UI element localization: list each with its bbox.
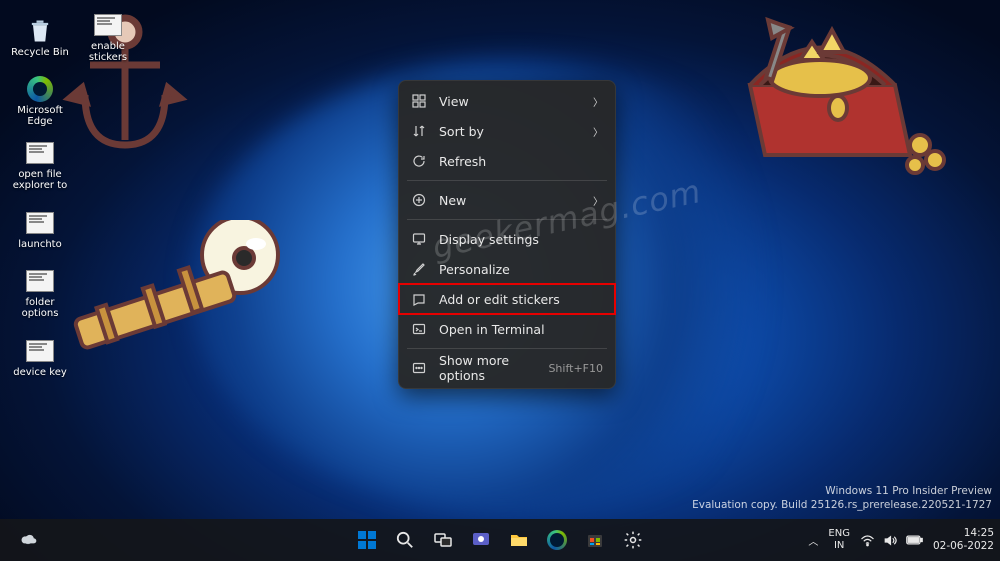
- context-menu-add-edit-stickers[interactable]: Add or edit stickers: [399, 284, 615, 314]
- weather-icon: [18, 530, 38, 550]
- search-icon: [396, 531, 414, 549]
- build-info: Windows 11 Pro Insider Preview Evaluatio…: [692, 484, 992, 513]
- build-line: Windows 11 Pro Insider Preview: [692, 484, 992, 499]
- recycle-bin-icon: [26, 17, 54, 45]
- battery-icon: [906, 534, 923, 546]
- context-menu-new[interactable]: New 〉: [399, 185, 615, 215]
- more-icon: [411, 360, 427, 376]
- wifi-icon: [860, 533, 875, 548]
- context-menu-label: Display settings: [439, 232, 603, 247]
- desktop-icons: Recycle Bin Microsoft Edge open file exp…: [6, 6, 74, 388]
- lang-line2: IN: [828, 540, 850, 552]
- desktop-icons-col2: enable stickers: [74, 6, 142, 68]
- tray-icons[interactable]: [860, 533, 923, 548]
- terminal-icon: [411, 321, 427, 337]
- edge-icon: [547, 530, 567, 550]
- task-view-icon: [433, 530, 453, 550]
- settings-button[interactable]: [615, 522, 651, 558]
- taskbar-center: [349, 522, 651, 558]
- chat-icon: [471, 530, 491, 550]
- plus-icon: [411, 192, 427, 208]
- desktop-icon-label: Microsoft Edge: [6, 105, 74, 127]
- context-menu-label: View: [439, 94, 581, 109]
- context-menu-sort-by[interactable]: Sort by 〉: [399, 116, 615, 146]
- system-tray: ︿ ENG IN 14:25 02-06-2022: [808, 527, 994, 552]
- context-menu-accelerator: Shift+F10: [548, 362, 603, 375]
- desktop-icon-enable-stickers[interactable]: enable stickers: [74, 6, 142, 68]
- context-menu-label: Refresh: [439, 154, 603, 169]
- context-menu-label: Add or edit stickers: [439, 292, 603, 307]
- sticker-treasure-chest: [720, 0, 950, 190]
- brush-icon: [411, 261, 427, 277]
- task-view-button[interactable]: [425, 522, 461, 558]
- desktop-icon-launchto[interactable]: launchto: [6, 198, 74, 260]
- document-icon: [26, 209, 54, 237]
- display-icon: [411, 231, 427, 247]
- chevron-right-icon: 〉: [593, 193, 603, 208]
- context-menu-label: Show more options: [439, 353, 536, 383]
- volume-icon: [883, 533, 898, 548]
- context-menu-separator: [407, 180, 607, 181]
- language-indicator[interactable]: ENG IN: [828, 528, 850, 552]
- document-icon: [26, 267, 54, 295]
- store-icon: [585, 530, 605, 550]
- desktop-context-menu: View 〉 Sort by 〉 Refresh New 〉 Display s…: [398, 80, 616, 389]
- refresh-icon: [411, 153, 427, 169]
- document-icon: [26, 337, 54, 365]
- desktop-icon-folder-options[interactable]: folder options: [6, 262, 74, 324]
- desktop-icon-recycle-bin[interactable]: Recycle Bin: [6, 6, 74, 68]
- context-menu-label: New: [439, 193, 581, 208]
- start-button[interactable]: [349, 522, 385, 558]
- grid-icon: [411, 93, 427, 109]
- edge-icon: [26, 75, 54, 103]
- desktop-icon-label: open file explorer to: [6, 169, 74, 191]
- context-menu-label: Personalize: [439, 262, 603, 277]
- context-menu-separator: [407, 219, 607, 220]
- taskbar-widgets-button[interactable]: [10, 522, 46, 558]
- context-menu-separator: [407, 348, 607, 349]
- tray-overflow-button[interactable]: ︿: [808, 533, 818, 548]
- context-menu-open-terminal[interactable]: Open in Terminal: [399, 314, 615, 344]
- desktop-icon-label: Recycle Bin: [11, 47, 69, 58]
- sticker-spyglass: [60, 220, 310, 350]
- sort-icon: [411, 123, 427, 139]
- clock-date: 02-06-2022: [933, 540, 994, 553]
- desktop-icon-open-file-explorer[interactable]: open file explorer to: [6, 134, 74, 196]
- clock-time: 14:25: [933, 527, 994, 540]
- edge-button[interactable]: [539, 522, 575, 558]
- folder-icon: [509, 530, 529, 550]
- desktop-icon-label: folder options: [6, 297, 74, 319]
- chevron-right-icon: 〉: [593, 124, 603, 139]
- sticker-icon: [411, 291, 427, 307]
- document-icon: [94, 11, 122, 39]
- file-explorer-button[interactable]: [501, 522, 537, 558]
- context-menu-view[interactable]: View 〉: [399, 86, 615, 116]
- desktop-icon-label: device key: [13, 367, 67, 378]
- context-menu-refresh[interactable]: Refresh: [399, 146, 615, 176]
- taskbar: ︿ ENG IN 14:25 02-06-2022: [0, 519, 1000, 561]
- context-menu-label: Sort by: [439, 124, 581, 139]
- context-menu-personalize[interactable]: Personalize: [399, 254, 615, 284]
- windows-icon: [357, 530, 377, 550]
- desktop-icon-label: enable stickers: [74, 41, 142, 63]
- store-button[interactable]: [577, 522, 613, 558]
- context-menu-show-more-options[interactable]: Show more options Shift+F10: [399, 353, 615, 383]
- gear-icon: [623, 530, 643, 550]
- desktop-icon-edge[interactable]: Microsoft Edge: [6, 70, 74, 132]
- lang-line1: ENG: [828, 528, 850, 540]
- taskbar-chat-button[interactable]: [463, 522, 499, 558]
- context-menu-label: Open in Terminal: [439, 322, 603, 337]
- context-menu-display-settings[interactable]: Display settings: [399, 224, 615, 254]
- desktop-icon-device-key[interactable]: device key: [6, 326, 74, 388]
- chevron-right-icon: 〉: [593, 94, 603, 109]
- build-line: Evaluation copy. Build 25126.rs_prerelea…: [692, 498, 992, 513]
- desktop-icon-label: launchto: [18, 239, 61, 250]
- document-icon: [26, 139, 54, 167]
- clock[interactable]: 14:25 02-06-2022: [933, 527, 994, 552]
- search-button[interactable]: [387, 522, 423, 558]
